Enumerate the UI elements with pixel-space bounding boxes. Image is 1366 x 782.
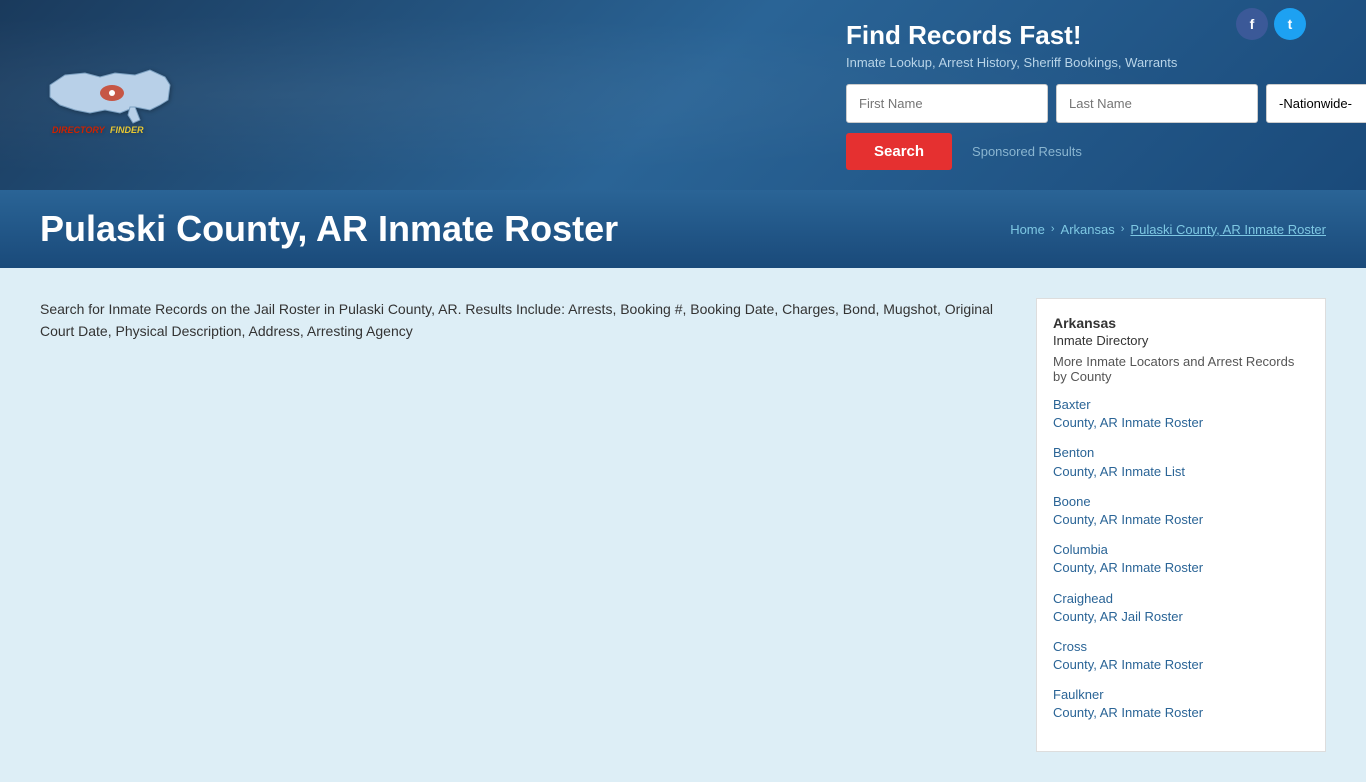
- main-content: Search for Inmate Records on the Jail Ro…: [40, 298, 1036, 363]
- breadcrumb-state[interactable]: Arkansas: [1061, 222, 1115, 237]
- sidebar-links: BaxterCounty, AR Inmate Roster BentonCou…: [1053, 396, 1309, 723]
- search-area: Find Records Fast! Inmate Lookup, Arrest…: [846, 20, 1326, 170]
- sidebar: Arkansas Inmate Directory More Inmate Lo…: [1036, 298, 1326, 752]
- logo-map: DIRECTORY FINDER: [40, 55, 180, 135]
- title-bar: Pulaski County, AR Inmate Roster Home › …: [0, 190, 1366, 268]
- breadcrumb: Home › Arkansas › Pulaski County, AR Inm…: [1010, 222, 1326, 237]
- sidebar-link-cross[interactable]: CrossCounty, AR Inmate Roster: [1053, 638, 1309, 674]
- description-text: Search for Inmate Records on the Jail Ro…: [40, 298, 1006, 343]
- breadcrumb-separator-1: ›: [1051, 223, 1055, 235]
- social-bar: f t: [1236, 8, 1306, 40]
- facebook-icon[interactable]: f: [1236, 8, 1268, 40]
- sidebar-link-columbia[interactable]: ColumbiaCounty, AR Inmate Roster: [1053, 541, 1309, 577]
- sidebar-link-faulkner[interactable]: FaulknerCounty, AR Inmate Roster: [1053, 686, 1309, 722]
- search-inputs: -Nationwide-: [846, 84, 1326, 123]
- search-button[interactable]: Search: [846, 133, 952, 170]
- first-name-input[interactable]: [846, 84, 1048, 123]
- twitter-icon[interactable]: t: [1274, 8, 1306, 40]
- search-actions: Search Sponsored Results: [846, 133, 1326, 170]
- last-name-input[interactable]: [1056, 84, 1258, 123]
- sidebar-state-title: Arkansas: [1053, 315, 1309, 331]
- content-wrapper: Search for Inmate Records on the Jail Ro…: [0, 268, 1366, 782]
- svg-text:DIRECTORY: DIRECTORY: [52, 125, 106, 135]
- breadcrumb-separator-2: ›: [1121, 223, 1125, 235]
- sidebar-link-boone[interactable]: BooneCounty, AR Inmate Roster: [1053, 493, 1309, 529]
- page-title: Pulaski County, AR Inmate Roster: [40, 208, 618, 250]
- header: DIRECTORY FINDER Find Records Fast! Inma…: [0, 0, 1366, 190]
- nationwide-select[interactable]: -Nationwide-: [1266, 84, 1366, 123]
- sidebar-link-craighead[interactable]: CraigheadCounty, AR Jail Roster: [1053, 590, 1309, 626]
- sidebar-link-baxter[interactable]: BaxterCounty, AR Inmate Roster: [1053, 396, 1309, 432]
- page-wrapper: DIRECTORY FINDER Find Records Fast! Inma…: [0, 0, 1366, 782]
- breadcrumb-home[interactable]: Home: [1010, 222, 1045, 237]
- sidebar-directory-subtitle: Inmate Directory: [1053, 333, 1309, 348]
- svg-text:FINDER: FINDER: [110, 125, 144, 135]
- logo-area: DIRECTORY FINDER: [40, 55, 180, 135]
- sponsored-label: Sponsored Results: [972, 144, 1082, 159]
- sidebar-link-benton[interactable]: BentonCounty, AR Inmate List: [1053, 444, 1309, 480]
- sidebar-more-title: More Inmate Locators and Arrest Records …: [1053, 354, 1309, 384]
- breadcrumb-current: Pulaski County, AR Inmate Roster: [1130, 222, 1326, 237]
- header-subtitle: Inmate Lookup, Arrest History, Sheriff B…: [846, 55, 1326, 70]
